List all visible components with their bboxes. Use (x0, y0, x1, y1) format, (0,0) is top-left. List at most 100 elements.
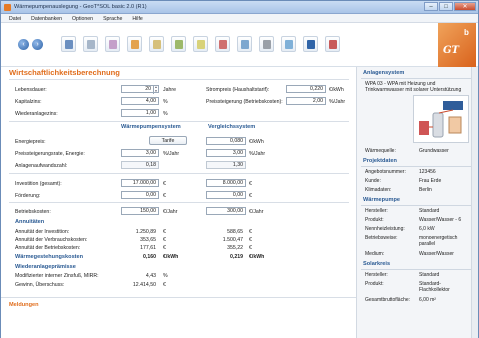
annuitaet-verbrauch-vgl: 1.500,47 (222, 237, 243, 243)
medium-key: Medium: (365, 251, 385, 257)
gewinn-value: 12.414,50 (132, 282, 156, 288)
menu-bar: Datei Datenbanken Optionen Sprache Hilfe (1, 14, 478, 23)
chart-icon[interactable] (325, 36, 340, 52)
mirr-label: Modifizierter interner Zinsfuß, MIRR: (15, 273, 99, 279)
kunde-value: Frau Erde (419, 178, 442, 184)
document-icon[interactable] (83, 36, 98, 52)
logo-text: GT (443, 45, 459, 56)
wiederanlage-heading: Wiederanlageprämisse (15, 264, 76, 270)
betriebskosten-wp-input[interactable]: 150,00 (121, 207, 159, 215)
preissteigerung-betrieb-input[interactable]: 2,00 (286, 97, 326, 105)
betriebsweise-key: Betriebsweise: (365, 235, 398, 241)
strompreis-input[interactable]: 0,220 (286, 85, 326, 93)
kapitalzins-input[interactable]: 4,00 (121, 97, 159, 105)
bruttoflaeche-value: 6,00 m² (419, 297, 436, 303)
angebot-value: 123456 (419, 169, 436, 175)
wiederanlagezins-unit: % (163, 111, 168, 117)
annuitaeten-heading: Annuitäten (15, 219, 45, 225)
house-icon[interactable] (171, 36, 186, 52)
betriebskosten-label: Betriebskosten: (15, 209, 51, 215)
divider (361, 205, 475, 206)
preissteigerung-energie-wp-input[interactable]: 3,00 (121, 149, 159, 157)
waermegestehung-wp-unit: €/kWh (163, 254, 179, 260)
klima-key: Klimadaten: (365, 187, 392, 193)
economics-icon-glyph (307, 40, 315, 49)
annuitaet-betrieb-label: Annuität der Betriebskosten: (15, 245, 81, 251)
foerderung-wp-unit: € (163, 193, 166, 199)
sk-produkt-key: Produkt: (365, 281, 384, 287)
annuitaet-investition-wp: 1.250,89 (135, 229, 156, 235)
arrow-right-icon[interactable]: › (32, 39, 43, 50)
pipe-icon[interactable] (149, 36, 164, 52)
tank-icon[interactable] (215, 36, 230, 52)
foerderung-vgl-input[interactable]: 0,00 (206, 191, 246, 199)
solar-icon[interactable] (193, 36, 208, 52)
economics-icon[interactable] (303, 36, 318, 52)
sk-produkt-value: Standard-Flachkollektor (419, 281, 450, 293)
lebensdauer-label: Lebensdauer: (15, 87, 47, 93)
toolbar: ‹ › (1, 23, 478, 67)
report-icon[interactable] (105, 36, 120, 52)
anlagenaufwand-label: Anlagenaufwandszahl: (15, 163, 68, 169)
logo-superscript: b (464, 28, 469, 37)
menu-hilfe[interactable]: Hilfe (128, 14, 148, 22)
investition-vgl-input[interactable]: 8.000,00 (206, 179, 246, 187)
calendar-icon[interactable] (281, 36, 296, 52)
investition-wp-unit: € (163, 181, 166, 187)
storage-tank-icon (432, 112, 444, 138)
energiepreis-vgl-input[interactable]: 0,080 (206, 137, 246, 145)
betriebskosten-vgl-input[interactable]: 300,00 (206, 207, 246, 215)
foerderung-wp-input[interactable]: 0,00 (121, 191, 159, 199)
annuitaet-verbrauch-wp-unit: € (163, 237, 166, 243)
strompreis-label: Strompreis (Haushaltstarif): (206, 87, 270, 93)
preissteigerung-energie-vgl-input[interactable]: 3,00 (206, 149, 246, 157)
lebensdauer-spinner[interactable]: ▲ ▼ (153, 85, 158, 94)
maximize-button[interactable]: □ (439, 2, 453, 11)
annuitaet-verbrauch-vgl-unit: € (249, 237, 252, 243)
nennheiz-key: Nennheizleistung: (365, 226, 405, 232)
annuitaet-investition-vgl: 588,65 (227, 229, 243, 235)
column-heat-pump-system: Wärmepumpensystem (121, 124, 181, 130)
close-button[interactable]: ✕ (454, 2, 476, 11)
wp-produkt-key: Produkt: (365, 217, 384, 223)
gewinn-label: Gewinn, Überschuss: (15, 282, 65, 288)
annuitaet-investition-label: Annuität der Investition: (15, 229, 70, 235)
menu-sprache[interactable]: Sprache (99, 14, 128, 22)
preissteigerung-betrieb-label: Preissteigerung (Betriebskosten): (206, 99, 283, 105)
heat-pump-icon[interactable] (127, 36, 142, 52)
project-icon-glyph (65, 40, 73, 49)
boiler-icon-glyph (263, 40, 271, 49)
bruttoflaeche-key: Gesamtbruttofläche: (365, 297, 411, 303)
minimize-button[interactable]: – (424, 2, 438, 11)
calendar-icon-glyph (285, 40, 293, 49)
divider (361, 166, 475, 167)
investition-wp-input[interactable]: 17.000,00 (121, 179, 159, 187)
kapitalzins-unit: % (163, 99, 168, 105)
document-icon-glyph (87, 40, 95, 49)
preissteigerung-energie-vgl-unit: %/Jahr (249, 151, 266, 157)
window-title: Wärmepumpenauslegung - GeoT*SOL basic 2.… (14, 4, 147, 10)
divider (9, 173, 349, 174)
annuitaet-investition-wp-unit: € (163, 229, 166, 235)
window-controls: – □ ✕ (424, 2, 476, 11)
title-bar: Wärmepumpenauslegung - GeoT*SOL basic 2.… (1, 1, 478, 14)
lebensdauer-input[interactable]: 20 ▲ ▼ (121, 85, 159, 94)
annuitaet-investition-vgl-unit: € (249, 229, 252, 235)
sidebar-scrollbar[interactable] (471, 67, 478, 338)
tarife-button[interactable]: Tarife (149, 136, 187, 145)
arrow-left-icon[interactable]: ‹ (18, 39, 29, 50)
column-comparison-system: Vergleichssystem (208, 124, 256, 130)
wiederanlagezins-input[interactable]: 1,00 (121, 109, 159, 117)
annuitaet-verbrauch-wp: 353,65 (140, 237, 156, 243)
menu-datei[interactable]: Datei (5, 14, 27, 22)
solarkreis-heading: Solarkreis (363, 261, 391, 267)
menu-optionen[interactable]: Optionen (68, 14, 99, 22)
messages-panel: Meldungen (1, 297, 356, 338)
foerderung-vgl-unit: € (249, 193, 252, 199)
project-icon[interactable] (61, 36, 76, 52)
boiler-icon[interactable] (259, 36, 274, 52)
menu-datenbanken[interactable]: Datenbanken (27, 14, 68, 22)
building-icon[interactable] (237, 36, 252, 52)
betriebsweise-value: monoenergetisch parallel (419, 235, 458, 247)
nennheiz-value: 6,0 kW (419, 226, 435, 232)
